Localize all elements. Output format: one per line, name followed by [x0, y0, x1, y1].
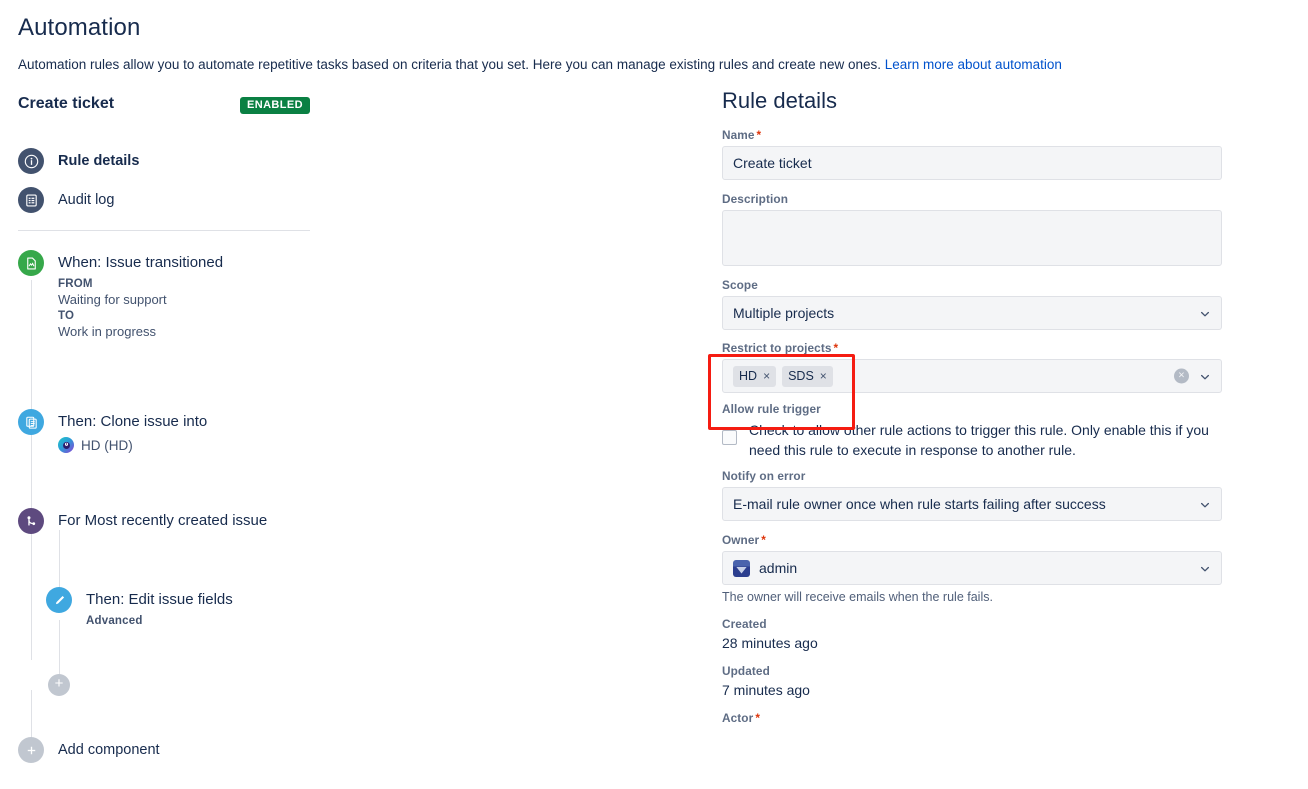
component-detail: Advanced [86, 613, 233, 629]
allow-rule-trigger-row: Check to allow other rule actions to tri… [722, 420, 1232, 460]
project-tag-hd[interactable]: HD × [733, 365, 777, 387]
restrict-projects-multiselect[interactable]: HD × SDS × × [722, 359, 1222, 393]
chevron-down-icon [1199, 307, 1211, 319]
rule-name-heading: Create ticket [18, 95, 115, 112]
avatar [733, 559, 750, 577]
to-value: Work in progress [58, 324, 157, 339]
rule-component-branch[interactable]: For Most recently created issue [18, 508, 267, 534]
automation-rule-detail-page: Automation Automation rules allow you to… [0, 0, 1308, 789]
required-marker: * [756, 128, 762, 142]
scope-label: Scope [722, 278, 758, 292]
required-marker: * [755, 711, 761, 725]
notify-on-error-label: Notify on error [722, 469, 806, 483]
restrict-projects-field-group: Restrict to projects * HD × SDS × × [722, 341, 1222, 393]
rule-component-trigger[interactable]: When: Issue transitioned FROM Waiting fo… [18, 250, 223, 340]
actor-group: Actor * [706, 711, 1266, 725]
component-subtitle: Advanced [86, 615, 143, 627]
actor-label: Actor * [722, 711, 761, 725]
sidebar-item-label: Audit log [58, 192, 115, 208]
plus-circle-icon [18, 737, 44, 763]
notify-on-error-field-group: Notify on error E-mail rule owner once w… [722, 469, 1222, 521]
page-title: Automation [18, 14, 141, 41]
clear-selection-icon[interactable]: × [1174, 368, 1189, 384]
add-component-button[interactable]: Add component [18, 735, 160, 765]
owner-help-text: The owner will receive emails when the r… [722, 590, 993, 604]
info-circle-icon [18, 148, 44, 174]
remove-tag-icon[interactable]: × [763, 370, 770, 382]
notify-on-error-select[interactable]: E-mail rule owner once when rule starts … [722, 487, 1222, 521]
updated-label: Updated [722, 664, 770, 678]
restrict-projects-label: Restrict to projects * [722, 341, 839, 355]
sidebar-item-audit-log[interactable]: Audit log [18, 185, 114, 215]
rule-component-edit-issue-fields[interactable]: Then: Edit issue fields Advanced [46, 587, 233, 629]
description-field-group: Description [722, 192, 1222, 266]
component-title: Then: Clone issue into [58, 413, 208, 430]
component-detail: FROM Waiting for support TO Work in prog… [58, 276, 223, 340]
owner-selected-value: admin [759, 560, 798, 576]
name-field-group: Name * Create ticket [722, 128, 1222, 180]
component-detail: 8 HD (HD) [58, 437, 207, 453]
from-value: Waiting for support [58, 292, 167, 307]
allow-rule-trigger-label: Allow rule trigger [722, 402, 821, 416]
allow-rule-trigger-group: Allow rule trigger Check to allow other … [706, 402, 1266, 460]
branch-connector-line [59, 530, 60, 590]
to-label: TO [58, 310, 75, 322]
project-tag-label: SDS [788, 369, 814, 383]
project-avatar-hd-icon: 8 [58, 437, 74, 453]
allow-rule-trigger-checkbox[interactable] [722, 430, 737, 445]
add-component-label: Add component [58, 742, 160, 758]
allow-rule-trigger-text: Check to allow other rule actions to tri… [749, 422, 1209, 458]
from-label: FROM [58, 278, 93, 290]
rule-chain-panel: Rule details Audit log When: Issue trans… [0, 130, 700, 789]
chevron-down-icon [1199, 370, 1211, 382]
clone-issue-icon [18, 409, 44, 435]
add-branch-component-button[interactable]: + [48, 674, 70, 696]
description-label: Description [722, 192, 788, 206]
sidebar-item-rule-details[interactable]: Rule details [18, 146, 139, 176]
scope-select[interactable]: Multiple projects [722, 296, 1222, 330]
rule-details-panel: Rule details Name * Create ticket Descrip… [706, 88, 1266, 729]
name-label: Name * [722, 128, 762, 142]
page-description-text: Automation rules allow you to automate r… [18, 57, 885, 72]
remove-tag-icon[interactable]: × [820, 370, 827, 382]
created-value: 28 minutes ago [722, 635, 818, 651]
learn-more-link[interactable]: Learn more about automation [885, 57, 1062, 72]
created-label: Created [722, 617, 767, 631]
name-input[interactable]: Create ticket [722, 146, 1222, 180]
owner-label: Owner * [722, 533, 766, 547]
scope-field-group: Scope Multiple projects [722, 278, 1222, 330]
branch-icon [18, 508, 44, 534]
owner-select[interactable]: admin [722, 551, 1222, 585]
updated-group: Updated 7 minutes ago [706, 664, 1266, 698]
owner-field-group: Owner * admin [722, 533, 1222, 585]
chevron-down-icon [1199, 498, 1211, 510]
description-textarea[interactable] [722, 210, 1222, 266]
project-tag-label: HD [739, 369, 758, 383]
page-description: Automation rules allow you to automate r… [18, 57, 1062, 73]
required-marker: * [761, 533, 766, 547]
chevron-down-icon [1199, 562, 1211, 574]
rule-component-clone-issue[interactable]: Then: Clone issue into 8 HD (HD) [18, 409, 207, 453]
panel-title: Rule details [722, 88, 837, 113]
component-title: When: Issue transitioned [58, 254, 224, 271]
project-label: HD (HD) [81, 437, 133, 453]
created-group: Created 28 minutes ago [706, 617, 1266, 651]
notify-on-error-selected-value: E-mail rule owner once when rule starts … [733, 496, 1106, 512]
required-marker: * [833, 341, 839, 355]
pencil-icon [46, 587, 72, 613]
trigger-icon [18, 250, 44, 276]
document-list-icon [18, 187, 44, 213]
project-tag-sds[interactable]: SDS × [782, 365, 833, 387]
divider [18, 230, 310, 231]
updated-value: 7 minutes ago [722, 682, 810, 698]
component-title: For Most recently created issue [58, 512, 268, 529]
component-title: Then: Edit issue fields [86, 591, 233, 608]
status-badge: ENABLED [240, 97, 310, 114]
scope-selected-value: Multiple projects [733, 305, 835, 321]
sidebar-item-label: Rule details [58, 153, 140, 169]
